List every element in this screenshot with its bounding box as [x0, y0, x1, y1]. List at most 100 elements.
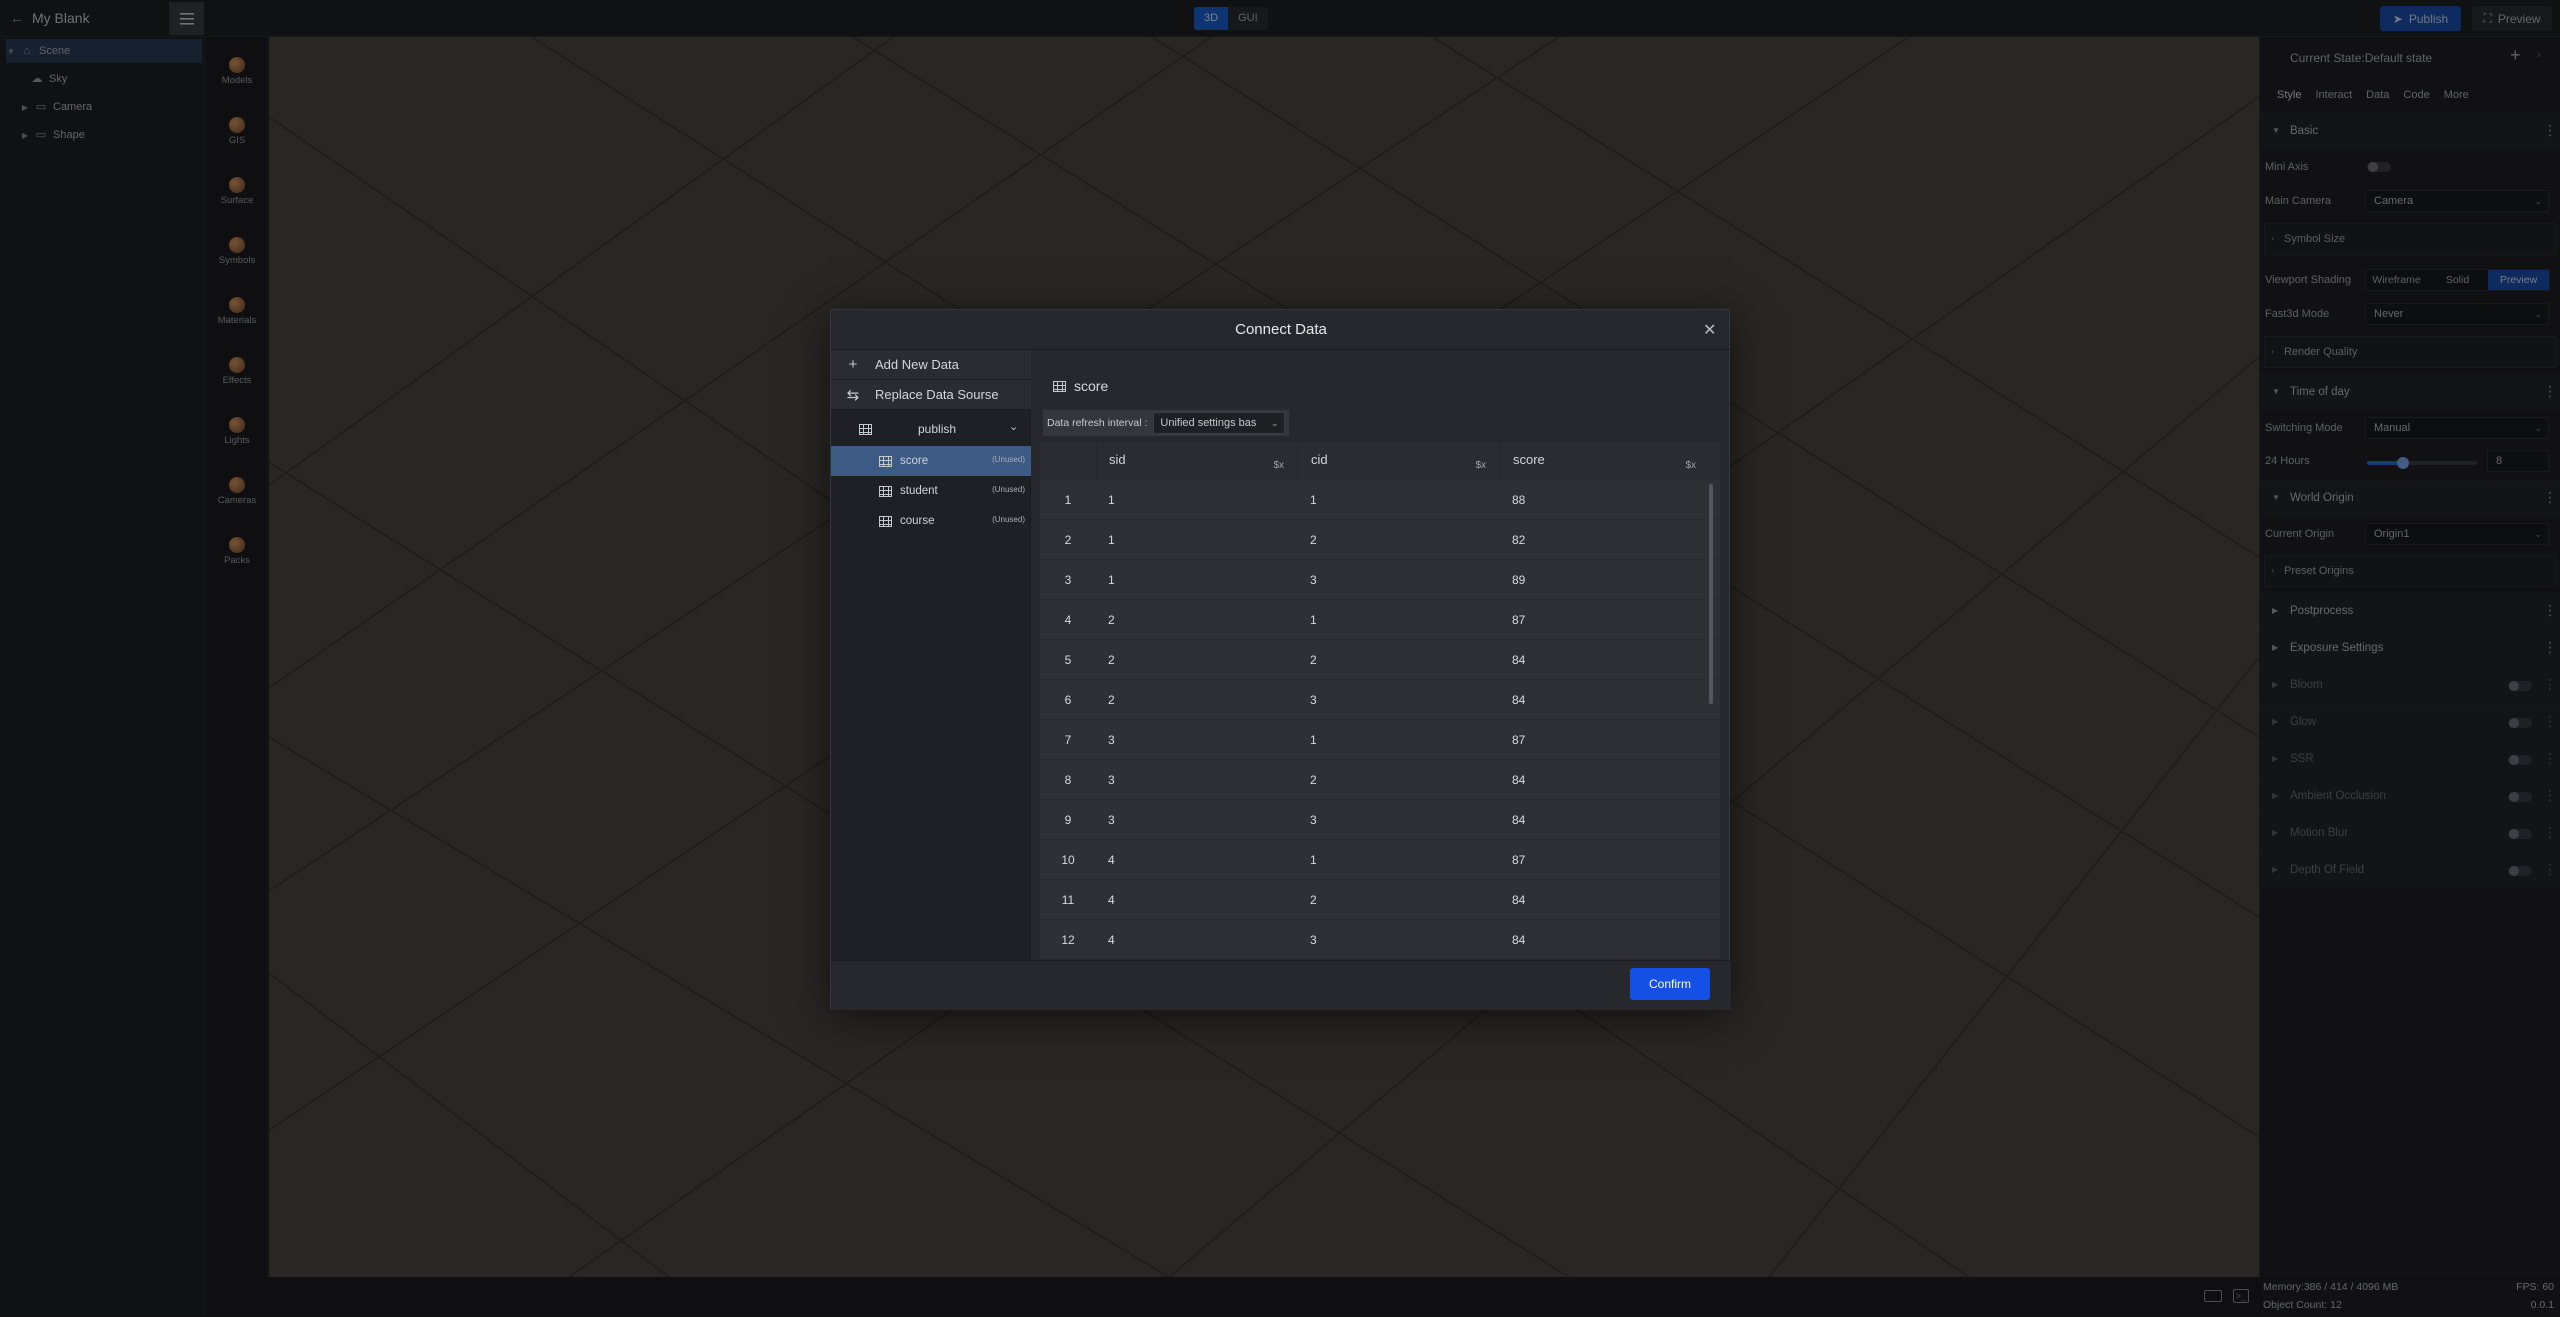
database-table-icon — [859, 423, 872, 435]
row-index: 10 — [1061, 853, 1075, 867]
close-icon[interactable]: ✕ — [1703, 320, 1716, 340]
preview-title: score — [1053, 378, 1108, 394]
scrollbar[interactable] — [1709, 484, 1713, 704]
dialog-footer: Confirm — [831, 960, 1731, 1010]
refresh-interval-select[interactable]: Unified settings bas ⌄ — [1153, 412, 1286, 434]
table-cell: 2 — [1310, 653, 1317, 667]
source-label: publish — [918, 422, 957, 436]
formula-icon[interactable]: $x — [1475, 460, 1486, 471]
table-row[interactable]: 11 4 2 84 — [1040, 880, 1720, 920]
table-cell: 89 — [1512, 573, 1526, 587]
table-cell: 3 — [1108, 813, 1115, 827]
row-index: 7 — [1064, 733, 1072, 747]
row-index: 9 — [1064, 813, 1072, 827]
table-row[interactable]: 1 1 1 88 — [1040, 480, 1720, 520]
table-cell: 87 — [1512, 613, 1526, 627]
confirm-button[interactable]: Confirm — [1630, 968, 1710, 1000]
row-index: 3 — [1064, 573, 1072, 587]
table-icon — [1053, 380, 1066, 392]
dialog-title: Connect Data — [831, 310, 1731, 350]
replace-data-source-button[interactable]: ⇆ Replace Data Sourse — [831, 380, 1031, 410]
table-cell: 84 — [1512, 653, 1526, 667]
status-badge: (Unused) — [992, 485, 1025, 494]
table-cell: 4 — [1108, 933, 1115, 947]
row-index: 5 — [1064, 653, 1072, 667]
table-cell: 3 — [1310, 933, 1317, 947]
table-cell: 87 — [1512, 853, 1526, 867]
column-header-cid[interactable]: cid $x — [1298, 442, 1500, 480]
app-root: ← My Blank 3D GUI ➤ Publish ⛶ Preview ▼ … — [0, 0, 2560, 1317]
refresh-interval-row: Data refresh interval : Unified settings… — [1043, 410, 1290, 436]
table-row[interactable]: 10 4 1 87 — [1040, 840, 1720, 880]
table-header: sid $x cid $x score $x — [1040, 442, 1720, 480]
row-index: 2 — [1064, 533, 1072, 547]
table-row[interactable]: 7 3 1 87 — [1040, 720, 1720, 760]
action-label: Replace Data Sourse — [875, 387, 999, 402]
formula-icon[interactable]: $x — [1685, 460, 1696, 471]
data-source-list: + Add New Data ⇆ Replace Data Sourse pub… — [831, 350, 1031, 960]
table-cell: 2 — [1310, 773, 1317, 787]
table-row[interactable]: 8 3 2 84 — [1040, 760, 1720, 800]
status-badge: (Unused) — [992, 455, 1025, 464]
plus-icon: + — [848, 356, 858, 373]
table-row[interactable]: 2 1 2 82 — [1040, 520, 1720, 560]
table-cell: 1 — [1108, 573, 1115, 587]
table-icon — [879, 485, 892, 497]
refresh-label: Data refresh interval : — [1047, 417, 1148, 429]
row-index: 1 — [1064, 493, 1072, 507]
data-preview: score Data refresh interval : Unified se… — [1031, 350, 1729, 960]
connect-data-dialog: Connect Data ✕ + Add New Data ⇆ Replace … — [830, 309, 1731, 1010]
table-cell: 3 — [1310, 813, 1317, 827]
table-cell: 84 — [1512, 933, 1526, 947]
preview-title-text: score — [1074, 378, 1109, 394]
add-new-data-button[interactable]: + Add New Data — [831, 350, 1031, 380]
table-icon — [879, 515, 892, 527]
table-cell: 1 — [1108, 493, 1115, 507]
row-index: 11 — [1061, 893, 1075, 907]
table-item-score[interactable]: score (Unused) — [831, 446, 1031, 476]
table-cell: 4 — [1108, 893, 1115, 907]
column-header-score[interactable]: score $x — [1500, 442, 1710, 480]
table-item-student[interactable]: student (Unused) — [831, 476, 1031, 506]
column-name: cid — [1311, 452, 1328, 467]
data-source-publish[interactable]: publish ⌄ — [831, 414, 1031, 444]
table-icon — [879, 455, 892, 467]
column-name: score — [1513, 452, 1545, 467]
table-row[interactable]: 3 1 3 89 — [1040, 560, 1720, 600]
table-cell: 1 — [1310, 613, 1317, 627]
row-index: 4 — [1064, 613, 1072, 627]
table-name: course — [900, 515, 935, 527]
chevron-down-icon: ⌄ — [1270, 418, 1279, 428]
table-cell: 3 — [1108, 733, 1115, 747]
status-badge: (Unused) — [992, 515, 1025, 524]
table-cell: 2 — [1108, 613, 1115, 627]
table-cell: 84 — [1512, 893, 1526, 907]
table-cell: 3 — [1310, 573, 1317, 587]
row-index: 12 — [1061, 933, 1075, 947]
table-name: student — [900, 485, 938, 497]
table-row[interactable]: 5 2 2 84 — [1040, 640, 1720, 680]
row-index: 6 — [1064, 693, 1072, 707]
row-index: 8 — [1064, 773, 1072, 787]
swap-icon: ⇆ — [846, 386, 860, 404]
table-row[interactable]: 4 2 1 87 — [1040, 600, 1720, 640]
table-cell: 2 — [1310, 893, 1317, 907]
table-cell: 84 — [1512, 693, 1526, 707]
table-cell: 3 — [1108, 773, 1115, 787]
column-header-sid[interactable]: sid $x — [1096, 442, 1298, 480]
formula-icon[interactable]: $x — [1273, 460, 1284, 471]
table-cell: 3 — [1310, 693, 1317, 707]
table-item-course[interactable]: course (Unused) — [831, 506, 1031, 536]
table-cell: 2 — [1310, 533, 1317, 547]
table-cell: 1 — [1108, 533, 1115, 547]
chevron-down-icon[interactable]: ⌄ — [1009, 420, 1018, 433]
table-cell: 84 — [1512, 813, 1526, 827]
data-table[interactable]: sid $x cid $x score $x 1 1 1 88 2 1 2 82 3 1 3 89 4 2… — [1040, 442, 1720, 958]
table-cell: 84 — [1512, 773, 1526, 787]
table-row[interactable]: 6 2 3 84 — [1040, 680, 1720, 720]
table-row[interactable]: 9 3 3 84 — [1040, 800, 1720, 840]
table-row[interactable]: 12 4 3 84 — [1040, 920, 1720, 958]
table-cell: 88 — [1512, 493, 1526, 507]
table-cell: 87 — [1512, 733, 1526, 747]
table-name: score — [900, 455, 929, 467]
